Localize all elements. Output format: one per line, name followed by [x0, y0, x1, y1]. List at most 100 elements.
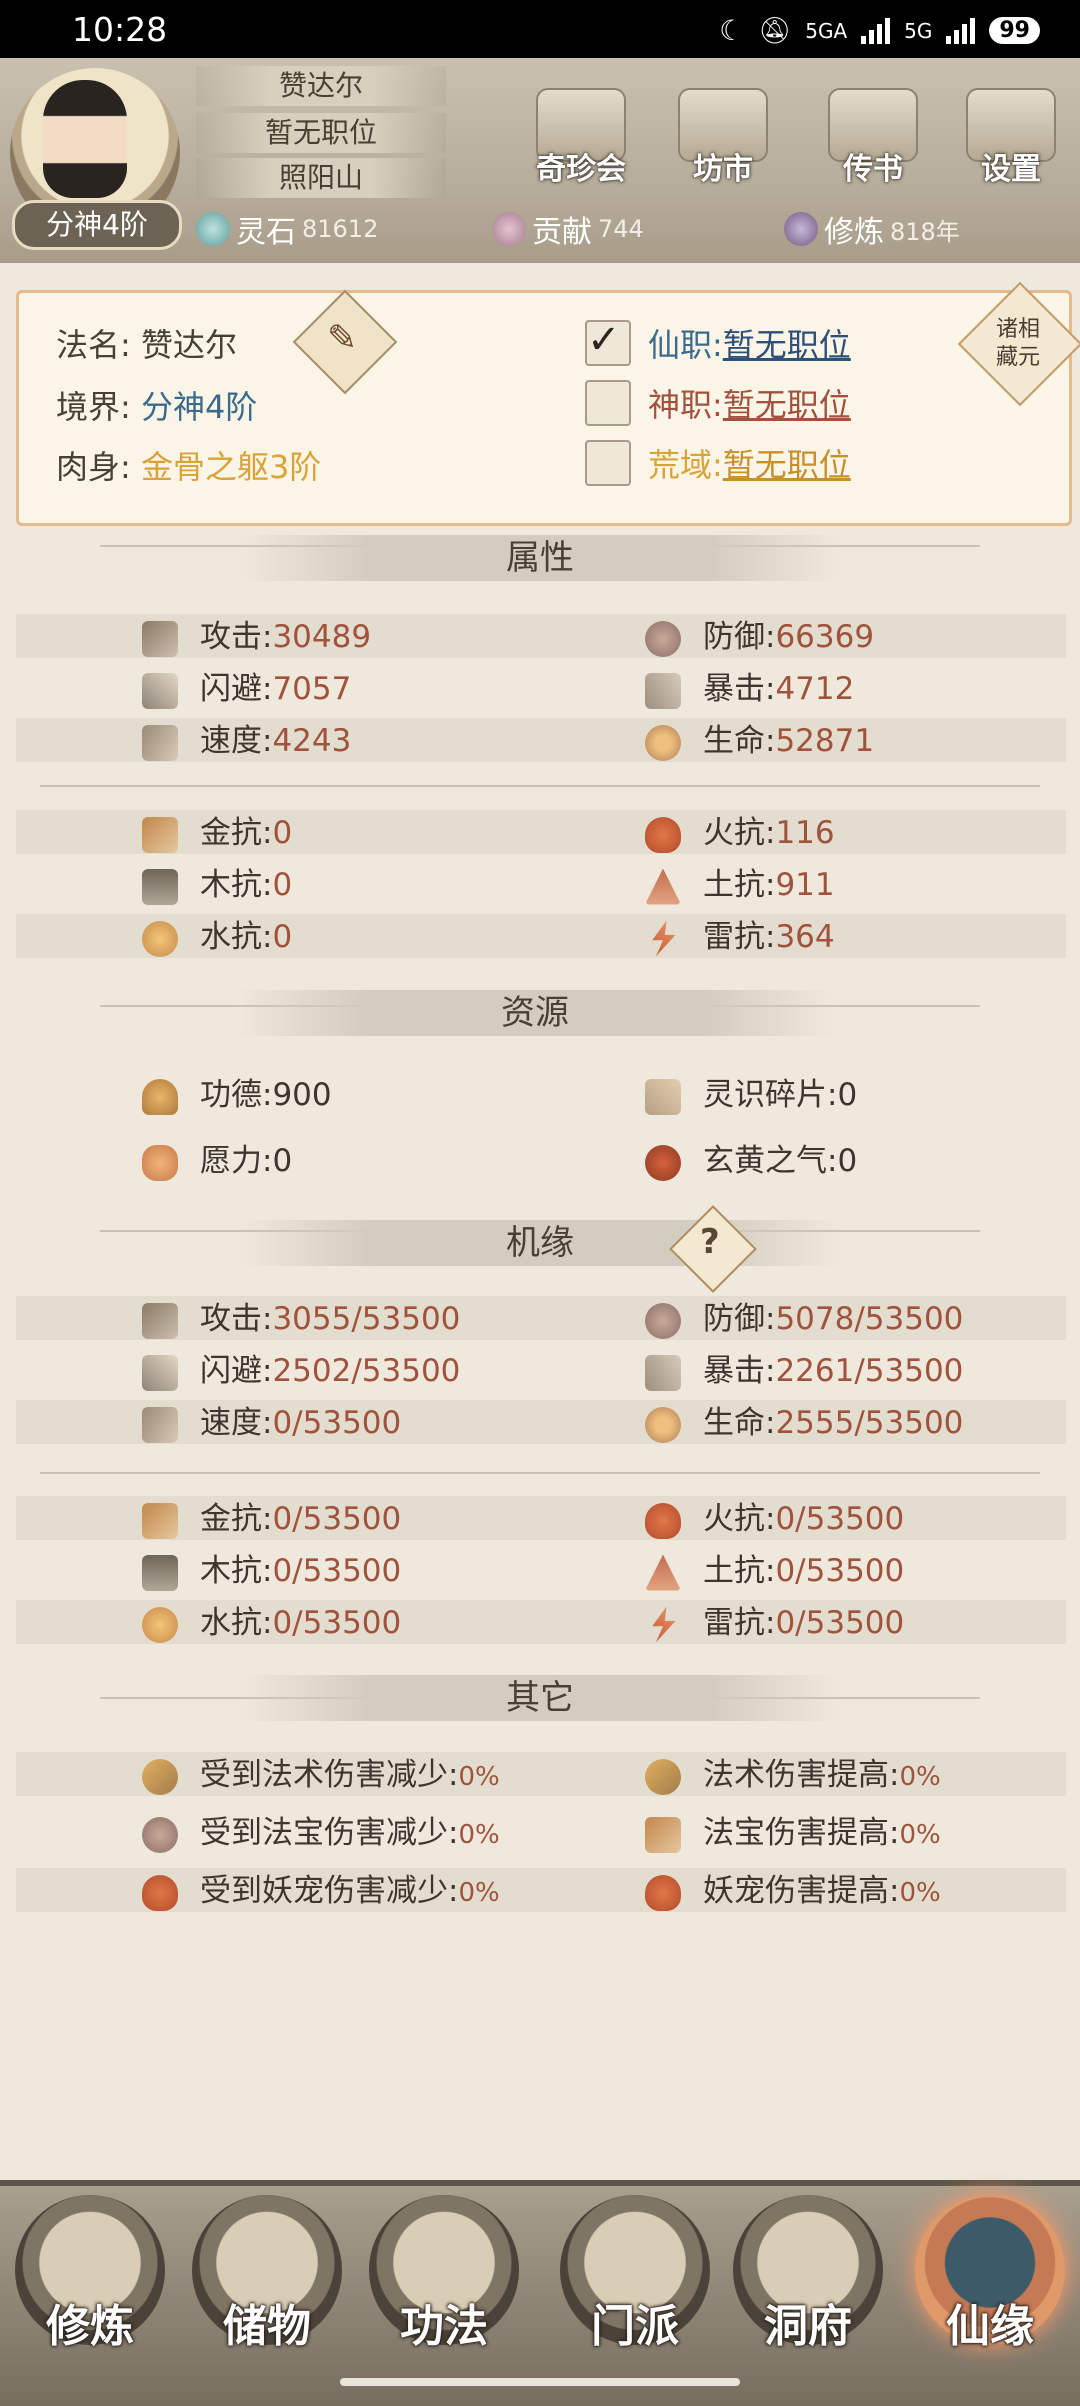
stat-name: 妖宠伤害提高:	[703, 1873, 900, 1909]
resource-name: 功德:	[200, 1077, 273, 1113]
nav-sect[interactable]: 门派	[550, 2195, 720, 2385]
dharma-name-value: 赞达尔	[140, 326, 237, 364]
stat-name: 攻击:	[200, 1301, 273, 1337]
merit-resource: 功德:900	[142, 1070, 332, 1120]
market-label: 坊市	[693, 152, 753, 187]
fortune-defense: 防御:5078/53500	[645, 1294, 963, 1344]
contribution-label: 贡献	[532, 215, 592, 250]
nav-cultivate[interactable]: 修炼	[5, 2195, 175, 2385]
stat-name: 金抗:	[200, 1501, 273, 1537]
earth-resist-stat: 土抗:911	[645, 860, 835, 910]
wild-domain-label: 荒域:	[648, 446, 723, 484]
section-divider	[40, 1472, 1040, 1474]
stat-value: 911	[775, 867, 835, 903]
home-indicator[interactable]	[340, 2378, 740, 2386]
cultivation-icon	[784, 212, 818, 246]
stat-name: 火抗:	[703, 1501, 776, 1537]
shield-icon	[645, 620, 681, 657]
stat-value: 3055/53500	[272, 1301, 461, 1337]
nav-cave[interactable]: 洞府	[723, 2195, 893, 2385]
nav-techniques[interactable]: 功法	[359, 2195, 529, 2385]
stat-name: 木抗:	[200, 1553, 273, 1589]
pet-damage-increase: 妖宠伤害提高:0%	[645, 1866, 941, 1916]
xuanhuang-qi-resource: 玄黄之气:0	[645, 1136, 857, 1186]
stat-name: 暴击:	[703, 1353, 776, 1389]
stat-name: 闪避:	[200, 1353, 273, 1389]
settings-button[interactable]: 设置	[956, 88, 1066, 208]
stat-value: 0	[272, 919, 293, 955]
fortune-earth-resist: 土抗:0/53500	[645, 1546, 904, 1596]
resource-value: 0	[837, 1143, 858, 1179]
realm-row: 境界: 分神4阶	[56, 382, 257, 428]
status-time: 10:28	[72, 10, 168, 49]
stat-name: 雷抗:	[703, 919, 776, 955]
stat-name: 雷抗:	[703, 1605, 776, 1641]
mail-button[interactable]: 传书	[818, 88, 928, 208]
status-bar: 10:28 ☾ 🔕︎ 5GA 5G 99	[0, 0, 1080, 58]
wild-domain-link[interactable]: 暂无职位	[723, 446, 851, 484]
stat-name: 水抗:	[200, 919, 273, 955]
network-label-2: 5G	[904, 18, 933, 43]
nav-fate[interactable]: 仙缘	[905, 2195, 1075, 2385]
cultivation-value: 818年	[890, 217, 960, 246]
stat-name: 受到法术伤害减少:	[200, 1757, 459, 1793]
dharma-name-row: 法名: 赞达尔	[56, 320, 237, 366]
stat-value: 0	[272, 867, 293, 903]
battery-indicator: 99	[989, 17, 1040, 44]
nav-storage[interactable]: 储物	[182, 2195, 352, 2385]
stat-value: 0/53500	[272, 1501, 402, 1537]
nav-label: 仙缘	[946, 2301, 1034, 2352]
immortal-post-checkbox[interactable]: ✓	[585, 320, 631, 366]
fortune-evasion: 闪避:2502/53500	[142, 1346, 460, 1396]
stat-value: 0/53500	[775, 1501, 905, 1537]
earth-icon	[645, 868, 681, 905]
divine-post-link[interactable]: 暂无职位	[723, 386, 851, 424]
stat-name: 土抗:	[703, 1553, 776, 1589]
realm-badge: 分神4阶	[12, 200, 182, 250]
mail-label: 传书	[843, 152, 903, 187]
metal-icon	[142, 1502, 178, 1539]
artifact-damage-increase: 法宝伤害提高:0%	[645, 1808, 941, 1858]
spirit-stone-label: 灵石	[236, 215, 296, 250]
fire-icon	[645, 1502, 681, 1539]
life-icon	[645, 724, 681, 761]
section-divider	[40, 785, 1040, 787]
spell-damage-increase: 法术伤害提高:0%	[645, 1750, 941, 1800]
divine-post-checkbox[interactable]	[585, 380, 631, 426]
wood-icon	[142, 1554, 178, 1591]
treasure-fair-button[interactable]: 奇珍会	[526, 88, 636, 208]
nav-label: 修炼	[46, 2301, 134, 2352]
nav-label: 门派	[591, 2301, 679, 2352]
dodge-icon	[142, 672, 178, 709]
fortune-wood-resist: 木抗:0/53500	[142, 1546, 401, 1596]
resource-name: 愿力:	[200, 1143, 273, 1179]
immortal-post-link[interactable]: 暂无职位	[723, 326, 851, 364]
stat-name: 受到妖宠伤害减少:	[200, 1873, 459, 1909]
market-button[interactable]: 坊市	[668, 88, 778, 208]
player-header: 分神4阶 赞达尔 暂无职位 照阳山 奇珍会 坊市 传书 设置 灵石 81612 …	[0, 58, 1080, 263]
stat-name: 水抗:	[200, 1605, 273, 1641]
stat-value: 0/53500	[272, 1553, 402, 1589]
stat-name: 木抗:	[200, 867, 273, 903]
stat-name: 法宝伤害提高:	[703, 1815, 900, 1851]
sword-icon	[142, 620, 178, 657]
spirit-stone-value: 81612	[302, 215, 379, 243]
fortune-thunder-resist: 雷抗:0/53500	[645, 1598, 904, 1648]
body-row: 肉身: 金骨之躯3阶	[56, 442, 321, 488]
spell-icon	[142, 1758, 178, 1795]
wild-domain-checkbox[interactable]	[585, 440, 631, 486]
spell-damage-reduction: 受到法术伤害减少:0%	[142, 1750, 500, 1800]
avatar-portrait	[43, 80, 127, 198]
crit-stat: 暴击:4712	[645, 664, 854, 714]
wild-domain-row: 荒域:暂无职位	[648, 440, 851, 486]
stat-value: 5078/53500	[775, 1301, 964, 1337]
fire-icon	[645, 816, 681, 853]
other-title: 其它	[240, 1675, 840, 1721]
stat-value: 0/53500	[272, 1405, 402, 1441]
fortune-speed: 速度:0/53500	[142, 1398, 401, 1448]
hp-stat: 生命:52871	[645, 716, 874, 766]
speed-stat: 速度:4243	[142, 716, 351, 766]
contribution-resource: 贡献 744	[492, 206, 644, 252]
fortune-attack: 攻击:3055/53500	[142, 1294, 460, 1344]
qi-icon	[645, 1144, 681, 1181]
